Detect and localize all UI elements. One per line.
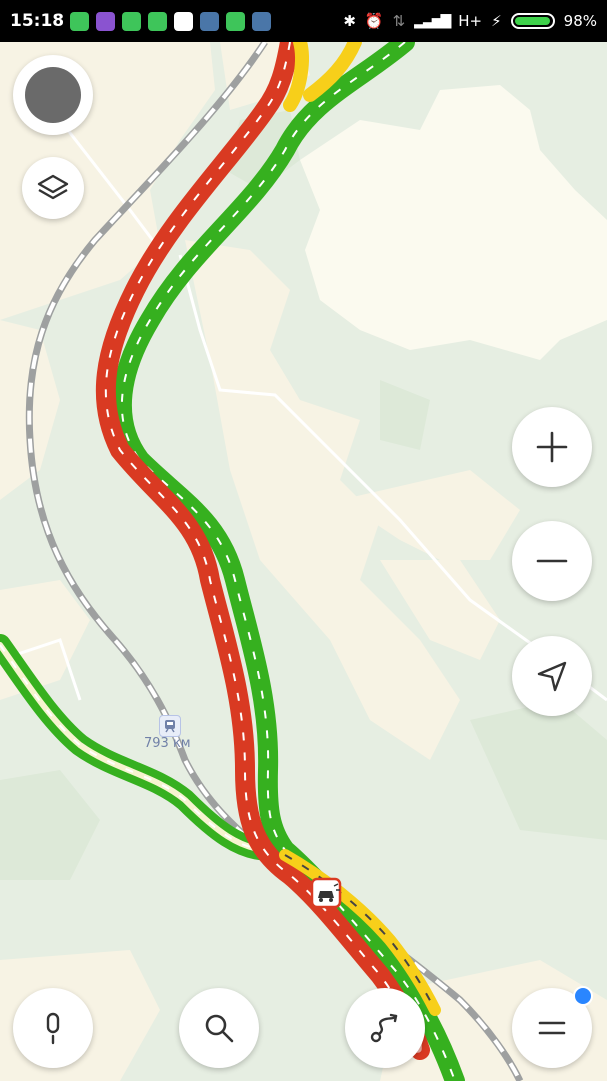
layers-button[interactable]	[22, 157, 84, 219]
alarm-icon: ⏰	[364, 12, 384, 30]
microphone-icon	[46, 1012, 60, 1045]
status-time: 15:18	[10, 11, 65, 31]
zoom-out-button[interactable]	[512, 521, 592, 601]
messaging-app-icon	[70, 11, 90, 31]
plus-icon	[536, 431, 568, 463]
data-transfer-icon: ⇅	[392, 12, 406, 30]
station-label: 793 км	[144, 736, 191, 751]
battery-icon	[510, 13, 555, 29]
vk-icon	[200, 11, 220, 31]
phone-icon	[226, 11, 246, 31]
navigation-arrow-icon	[537, 661, 567, 692]
network-type: H+	[458, 12, 483, 30]
my-location-button[interactable]	[512, 636, 592, 716]
train-station-icon[interactable]	[159, 715, 181, 737]
vk-icon	[252, 11, 272, 31]
minus-icon	[536, 559, 568, 563]
route-icon	[370, 1013, 398, 1043]
route-button[interactable]	[345, 988, 425, 1068]
layers-icon	[37, 174, 69, 200]
android-app-icon	[148, 11, 168, 31]
signal-icon: ▂▃▅▇	[414, 13, 451, 29]
avatar	[25, 67, 81, 123]
mail-icon	[174, 11, 194, 31]
download-icon	[122, 11, 142, 31]
zoom-in-button[interactable]	[512, 407, 592, 487]
status-right: ✱ ⏰ ⇅ ▂▃▅▇ H+ ⚡ 98%	[343, 12, 597, 30]
battery-percent: 98%	[563, 12, 597, 30]
voice-button[interactable]	[13, 988, 93, 1068]
menu-icon	[538, 1021, 566, 1035]
search-button[interactable]	[179, 988, 259, 1068]
viber-icon	[96, 11, 116, 31]
status-bar: 15:18 ✱ ⏰ ⇅ ▂▃▅▇ H+ ⚡ 98%	[0, 0, 607, 42]
notification-icons	[70, 11, 272, 31]
search-icon	[205, 1014, 234, 1043]
battery-level	[514, 17, 550, 25]
notification-dot	[573, 986, 593, 1006]
accident-marker-icon[interactable]	[310, 877, 342, 909]
charging-icon: ⚡	[491, 12, 502, 30]
profile-button[interactable]	[13, 55, 93, 135]
map-canvas[interactable]	[0, 0, 607, 1081]
bluetooth-icon: ✱	[343, 12, 356, 30]
